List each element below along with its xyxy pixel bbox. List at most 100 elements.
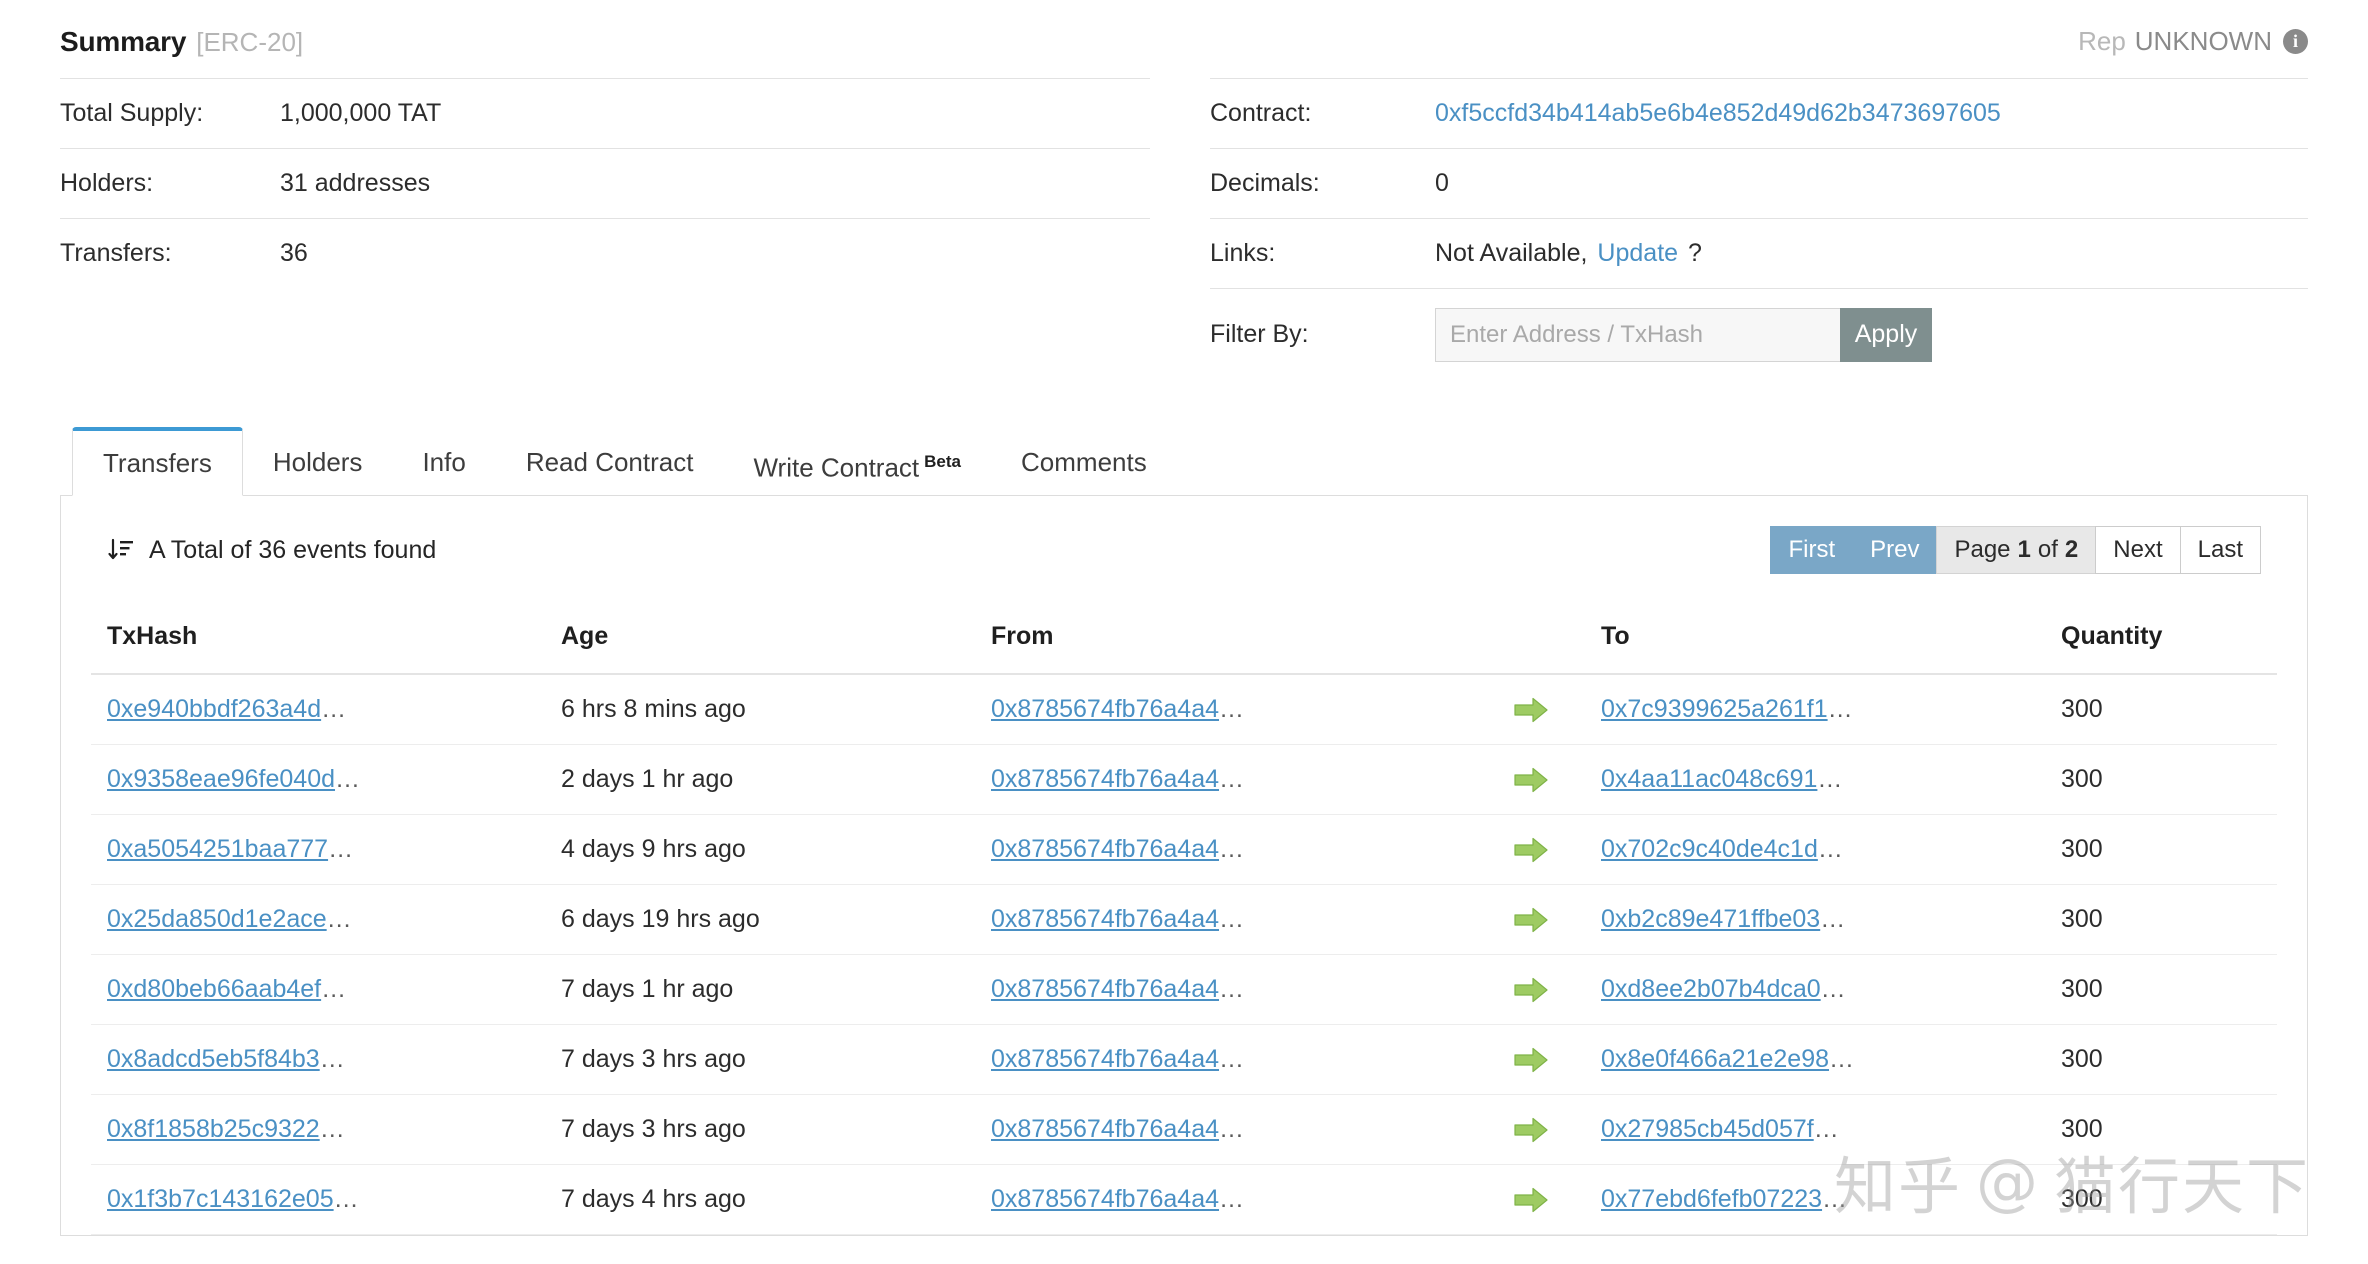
to-address-link[interactable]: 0x7c9399625a261f1 bbox=[1601, 695, 1828, 723]
cell-age: 7 days 4 hrs ago bbox=[561, 1164, 991, 1235]
cell-to: 0xb2c89e471ffbe03… bbox=[1601, 884, 2061, 955]
to-address-link[interactable]: 0x77ebd6fefb07223 bbox=[1601, 1185, 1822, 1213]
column-header-age: Age bbox=[561, 604, 991, 675]
transfer-arrow-icon bbox=[1514, 1045, 1548, 1073]
links-update-link[interactable]: Update bbox=[1597, 239, 1678, 268]
cell-direction bbox=[1461, 1024, 1601, 1095]
to-address-link[interactable]: 0x27985cb45d057f bbox=[1601, 1115, 1814, 1143]
from-address-link[interactable]: 0x8785674fb76a4a4 bbox=[991, 975, 1219, 1003]
to-address-link[interactable]: 0x4aa11ac048c691 bbox=[1601, 765, 1817, 793]
table-row: 0xa5054251baa777… 4 days 9 hrs ago 0x87856… bbox=[91, 814, 2277, 885]
info-icon[interactable]: i bbox=[2283, 29, 2308, 54]
pagination-last-button[interactable]: Last bbox=[2179, 526, 2261, 574]
cell-to: 0x4aa11ac048c691… bbox=[1601, 744, 2061, 815]
cell-quantity: 300 bbox=[2061, 674, 2277, 745]
cell-txhash: 0x1f3b7c143162e05… bbox=[91, 1164, 561, 1235]
cell-quantity: 300 bbox=[2061, 814, 2277, 885]
to-address-link[interactable]: 0x702c9c40de4c1d bbox=[1601, 835, 1818, 863]
cell-quantity: 300 bbox=[2061, 1024, 2277, 1095]
total-supply-label: Total Supply: bbox=[60, 99, 204, 127]
from-address-link[interactable]: 0x8785674fb76a4a4 bbox=[991, 835, 1219, 863]
txhash-link[interactable]: 0x25da850d1e2ace bbox=[107, 905, 327, 933]
tab-info[interactable]: Info bbox=[392, 429, 495, 495]
from-truncation: … bbox=[1219, 1185, 1245, 1213]
cell-age: 7 days 3 hrs ago bbox=[561, 1094, 991, 1165]
txhash-link[interactable]: 0xa5054251baa777 bbox=[107, 835, 328, 863]
table-row: 0x8adcd5eb5f84b3… 7 days 3 hrs ago 0x87856… bbox=[91, 1024, 2277, 1095]
txhash-link[interactable]: 0xe940bbdf263a4d bbox=[107, 695, 321, 723]
from-address-link[interactable]: 0x8785674fb76a4a4 bbox=[991, 1185, 1219, 1213]
txhash-truncation: … bbox=[319, 1045, 345, 1073]
pagination-prev-button[interactable]: Prev bbox=[1852, 526, 1938, 574]
txhash-link[interactable]: 0xd80beb66aab4ef bbox=[107, 975, 321, 1003]
txhash-truncation: … bbox=[326, 905, 352, 933]
to-address-link[interactable]: 0x8e0f466a21e2e98 bbox=[1601, 1045, 1829, 1073]
contract-row: Contract: 0xf5ccfd34b414ab5e6b4e852d49d6… bbox=[1210, 78, 2308, 148]
summary-right-column: Contract: 0xf5ccfd34b414ab5e6b4e852d49d6… bbox=[1210, 0, 2308, 380]
cell-direction bbox=[1461, 884, 1601, 955]
tab-info-label: Info bbox=[422, 447, 466, 477]
apply-filter-button[interactable]: Apply bbox=[1840, 307, 1932, 362]
transfer-arrow-icon bbox=[1514, 695, 1548, 723]
column-header-txhash: TxHash bbox=[91, 604, 561, 675]
cell-direction bbox=[1461, 1164, 1601, 1235]
holders-value: 31 addresses bbox=[280, 169, 431, 197]
cell-txhash: 0x8f1858b25c9322… bbox=[91, 1094, 561, 1165]
transfers-table: TxHash Age From To Quantity 0xe940bbdf26… bbox=[91, 604, 2277, 1235]
pagination-first-button[interactable]: First bbox=[1770, 526, 1854, 574]
tab-transfers[interactable]: Transfers bbox=[72, 427, 243, 496]
contract-address-link[interactable]: 0xf5ccfd34b414ab5e6b4e852d49d62b34736976… bbox=[1435, 99, 2001, 128]
table-row: 0x25da850d1e2ace… 6 days 19 hrs ago 0x8785… bbox=[91, 884, 2277, 955]
tab-comments[interactable]: Comments bbox=[991, 429, 1177, 495]
token-standard-badge: [ERC-20] bbox=[196, 27, 304, 57]
reputation-indicator: Rep UNKNOWN i bbox=[2078, 26, 2308, 57]
transfers-panel: A Total of 36 events found First Prev Pa… bbox=[60, 496, 2308, 1236]
table-row: 0x1f3b7c143162e05… 7 days 4 hrs ago 0x8785… bbox=[91, 1164, 2277, 1235]
from-address-link[interactable]: 0x8785674fb76a4a4 bbox=[991, 1045, 1219, 1073]
pagination-next-button[interactable]: Next bbox=[2095, 526, 2181, 574]
transfer-arrow-icon bbox=[1514, 765, 1548, 793]
cell-quantity: 300 bbox=[2061, 1094, 2277, 1165]
tab-holders[interactable]: Holders bbox=[243, 429, 393, 495]
txhash-truncation: … bbox=[321, 695, 347, 723]
txhash-link[interactable]: 0x8adcd5eb5f84b3 bbox=[107, 1045, 320, 1073]
to-address-link[interactable]: 0xd8ee2b07b4dca0 bbox=[1601, 975, 1821, 1003]
cell-txhash: 0x25da850d1e2ace… bbox=[91, 884, 561, 955]
transfers-row: Transfers: 36 bbox=[60, 218, 1150, 288]
table-row: 0xe940bbdf263a4d… 6 hrs 8 mins ago 0x87856… bbox=[91, 674, 2277, 745]
tab-read-contract[interactable]: Read Contract bbox=[496, 429, 724, 495]
from-address-link[interactable]: 0x8785674fb76a4a4 bbox=[991, 1115, 1219, 1143]
tab-read-contract-label: Read Contract bbox=[525, 447, 694, 477]
decimals-row: Decimals: 0 bbox=[1210, 148, 2308, 218]
table-header-row: TxHash Age From To Quantity bbox=[91, 604, 2277, 675]
txhash-link[interactable]: 0x9358eae96fe040d bbox=[107, 765, 335, 793]
cell-to: 0x702c9c40de4c1d… bbox=[1601, 814, 2061, 885]
summary-left-column: Summary [ERC-20] Total Supply: 1,000,000… bbox=[60, 0, 1150, 380]
tab-bar: Transfers Holders Info Read Contract Wri… bbox=[60, 427, 2308, 496]
to-address-link[interactable]: 0xb2c89e471ffbe03 bbox=[1601, 905, 1820, 933]
sort-descending-icon[interactable] bbox=[107, 536, 135, 564]
tab-write-contract-label: Write Contract bbox=[753, 452, 920, 483]
filter-address-txhash-input[interactable] bbox=[1435, 307, 1840, 362]
txhash-link[interactable]: 0x1f3b7c143162e05 bbox=[107, 1185, 334, 1213]
cell-txhash: 0x8adcd5eb5f84b3… bbox=[91, 1024, 561, 1095]
from-truncation: … bbox=[1219, 1115, 1245, 1143]
transfer-arrow-icon bbox=[1514, 835, 1548, 863]
decimals-label: Decimals: bbox=[1210, 169, 1320, 197]
page-title: Summary bbox=[60, 26, 187, 57]
cell-age: 7 days 1 hr ago bbox=[561, 954, 991, 1025]
from-address-link[interactable]: 0x8785674fb76a4a4 bbox=[991, 765, 1219, 793]
txhash-link[interactable]: 0x8f1858b25c9322 bbox=[107, 1115, 320, 1143]
tab-holders-label: Holders bbox=[272, 447, 363, 477]
transfers-table-body: 0xe940bbdf263a4d… 6 hrs 8 mins ago 0x87856… bbox=[91, 674, 2277, 1235]
cell-direction bbox=[1461, 814, 1601, 885]
cell-quantity: 300 bbox=[2061, 1164, 2277, 1235]
cell-from: 0x8785674fb76a4a4… bbox=[991, 1164, 1461, 1235]
tab-write-contract[interactable]: Write Contract Beta bbox=[723, 429, 991, 495]
from-address-link[interactable]: 0x8785674fb76a4a4 bbox=[991, 905, 1219, 933]
tabs-region: Transfers Holders Info Read Contract Wri… bbox=[60, 427, 2308, 1236]
total-supply-row: Total Supply: 1,000,000 TAT bbox=[60, 78, 1150, 148]
cell-from: 0x8785674fb76a4a4… bbox=[991, 744, 1461, 815]
events-found-text: A Total of 36 events found bbox=[149, 535, 437, 564]
from-address-link[interactable]: 0x8785674fb76a4a4 bbox=[991, 695, 1219, 723]
